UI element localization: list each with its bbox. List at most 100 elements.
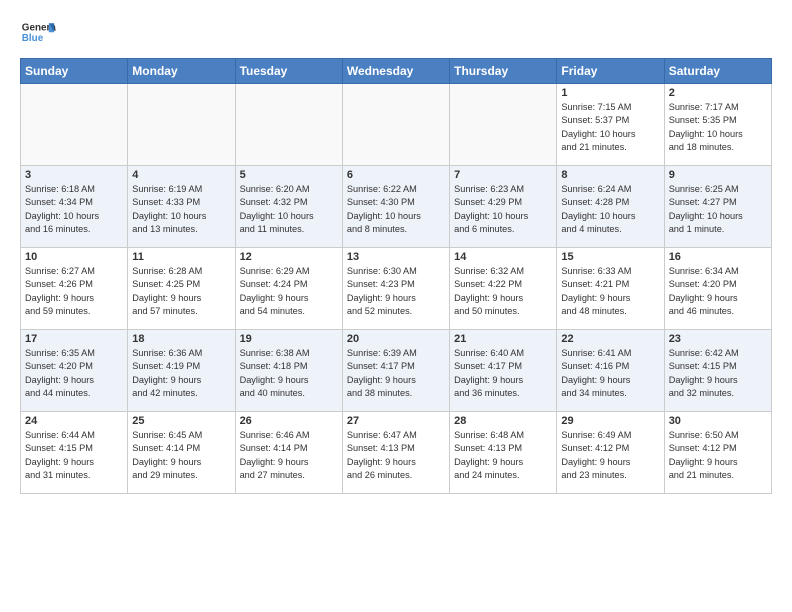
weekday-header-thursday: Thursday [450, 59, 557, 84]
day-cell: 14 Sunrise: 6:32 AM Sunset: 4:22 PM Dayli… [450, 248, 557, 330]
page: General Blue SundayMondayTuesdayWednesda… [0, 0, 792, 612]
day-cell [342, 84, 449, 166]
day-number: 18 [132, 333, 230, 345]
day-cell: 20 Sunrise: 6:39 AM Sunset: 4:17 PM Dayli… [342, 330, 449, 412]
day-number: 28 [454, 415, 552, 427]
day-cell: 23Sunrise: 6:42 AM Sunset: 4:15 PM Dayli… [664, 330, 771, 412]
day-info: Sunrise: 6:45 AM Sunset: 4:14 PM Dayligh… [132, 429, 230, 482]
day-info: Sunrise: 6:40 AM Sunset: 4:17 PM Dayligh… [454, 347, 552, 400]
day-number: 1 [561, 87, 659, 99]
week-row-3: 10 Sunrise: 6:27 AM Sunset: 4:26 PM Dayli… [21, 248, 772, 330]
day-number: 15 [561, 251, 659, 263]
day-cell: 22 Sunrise: 6:41 AM Sunset: 4:16 PM Dayli… [557, 330, 664, 412]
week-row-2: 3 Sunrise: 6:18 AM Sunset: 4:34 PM Daylig… [21, 166, 772, 248]
day-info: Sunrise: 6:41 AM Sunset: 4:16 PM Dayligh… [561, 347, 659, 400]
day-number: 9 [669, 169, 767, 181]
day-info: Sunrise: 6:20 AM Sunset: 4:32 PM Dayligh… [240, 183, 338, 236]
day-info: Sunrise: 6:36 AM Sunset: 4:19 PM Dayligh… [132, 347, 230, 400]
day-cell: 18 Sunrise: 6:36 AM Sunset: 4:19 PM Dayli… [128, 330, 235, 412]
day-info: Sunrise: 6:38 AM Sunset: 4:18 PM Dayligh… [240, 347, 338, 400]
day-number: 27 [347, 415, 445, 427]
weekday-header-wednesday: Wednesday [342, 59, 449, 84]
week-row-5: 24 Sunrise: 6:44 AM Sunset: 4:15 PM Dayli… [21, 412, 772, 494]
day-number: 4 [132, 169, 230, 181]
header: General Blue [20, 16, 772, 52]
weekday-header-friday: Friday [557, 59, 664, 84]
day-number: 20 [347, 333, 445, 345]
week-row-1: 1 Sunrise: 7:15 AM Sunset: 5:37 PM Daylig… [21, 84, 772, 166]
day-cell [235, 84, 342, 166]
logo: General Blue [20, 16, 56, 52]
calendar-table: SundayMondayTuesdayWednesdayThursdayFrid… [20, 58, 772, 494]
day-cell: 3 Sunrise: 6:18 AM Sunset: 4:34 PM Daylig… [21, 166, 128, 248]
day-cell: 11Sunrise: 6:28 AM Sunset: 4:25 PM Dayli… [128, 248, 235, 330]
day-cell: 19 Sunrise: 6:38 AM Sunset: 4:18 PM Dayli… [235, 330, 342, 412]
day-cell: 12 Sunrise: 6:29 AM Sunset: 4:24 PM Dayli… [235, 248, 342, 330]
day-number: 24 [25, 415, 123, 427]
week-row-4: 17 Sunrise: 6:35 AM Sunset: 4:20 PM Dayli… [21, 330, 772, 412]
day-number: 30 [669, 415, 767, 427]
day-info: Sunrise: 6:32 AM Sunset: 4:22 PM Dayligh… [454, 265, 552, 318]
day-cell: 24 Sunrise: 6:44 AM Sunset: 4:15 PM Dayli… [21, 412, 128, 494]
day-info: Sunrise: 6:47 AM Sunset: 4:13 PM Dayligh… [347, 429, 445, 482]
day-cell: 4 Sunrise: 6:19 AM Sunset: 4:33 PM Daylig… [128, 166, 235, 248]
day-cell: 17 Sunrise: 6:35 AM Sunset: 4:20 PM Dayli… [21, 330, 128, 412]
day-info: Sunrise: 6:33 AM Sunset: 4:21 PM Dayligh… [561, 265, 659, 318]
day-number: 17 [25, 333, 123, 345]
day-cell [450, 84, 557, 166]
day-number: 13 [347, 251, 445, 263]
weekday-header-row: SundayMondayTuesdayWednesdayThursdayFrid… [21, 59, 772, 84]
day-number: 3 [25, 169, 123, 181]
weekday-header-saturday: Saturday [664, 59, 771, 84]
day-number: 21 [454, 333, 552, 345]
day-cell: 29 Sunrise: 6:49 AM Sunset: 4:12 PM Dayli… [557, 412, 664, 494]
day-cell: 13Sunrise: 6:30 AM Sunset: 4:23 PM Dayli… [342, 248, 449, 330]
day-cell: 27 Sunrise: 6:47 AM Sunset: 4:13 PM Dayli… [342, 412, 449, 494]
day-cell: 6Sunrise: 6:22 AM Sunset: 4:30 PM Daylig… [342, 166, 449, 248]
day-number: 22 [561, 333, 659, 345]
day-info: Sunrise: 6:24 AM Sunset: 4:28 PM Dayligh… [561, 183, 659, 236]
day-number: 12 [240, 251, 338, 263]
day-number: 25 [132, 415, 230, 427]
day-info: Sunrise: 6:46 AM Sunset: 4:14 PM Dayligh… [240, 429, 338, 482]
day-info: Sunrise: 6:23 AM Sunset: 4:29 PM Dayligh… [454, 183, 552, 236]
day-info: Sunrise: 6:27 AM Sunset: 4:26 PM Dayligh… [25, 265, 123, 318]
day-info: Sunrise: 7:15 AM Sunset: 5:37 PM Dayligh… [561, 101, 659, 154]
day-cell: 16 Sunrise: 6:34 AM Sunset: 4:20 PM Dayli… [664, 248, 771, 330]
day-number: 7 [454, 169, 552, 181]
day-cell: 5Sunrise: 6:20 AM Sunset: 4:32 PM Daylig… [235, 166, 342, 248]
day-number: 23 [669, 333, 767, 345]
day-info: Sunrise: 6:39 AM Sunset: 4:17 PM Dayligh… [347, 347, 445, 400]
day-number: 29 [561, 415, 659, 427]
day-number: 16 [669, 251, 767, 263]
day-cell: 9Sunrise: 6:25 AM Sunset: 4:27 PM Daylig… [664, 166, 771, 248]
day-number: 10 [25, 251, 123, 263]
day-cell: 26 Sunrise: 6:46 AM Sunset: 4:14 PM Dayli… [235, 412, 342, 494]
day-info: Sunrise: 6:29 AM Sunset: 4:24 PM Dayligh… [240, 265, 338, 318]
day-cell [21, 84, 128, 166]
day-info: Sunrise: 7:17 AM Sunset: 5:35 PM Dayligh… [669, 101, 767, 154]
day-cell: 7 Sunrise: 6:23 AM Sunset: 4:29 PM Daylig… [450, 166, 557, 248]
weekday-header-tuesday: Tuesday [235, 59, 342, 84]
day-cell: 25 Sunrise: 6:45 AM Sunset: 4:14 PM Dayli… [128, 412, 235, 494]
day-info: Sunrise: 6:18 AM Sunset: 4:34 PM Dayligh… [25, 183, 123, 236]
day-info: Sunrise: 6:49 AM Sunset: 4:12 PM Dayligh… [561, 429, 659, 482]
day-number: 14 [454, 251, 552, 263]
weekday-header-sunday: Sunday [21, 59, 128, 84]
day-info: Sunrise: 6:19 AM Sunset: 4:33 PM Dayligh… [132, 183, 230, 236]
day-cell: 21 Sunrise: 6:40 AM Sunset: 4:17 PM Dayli… [450, 330, 557, 412]
day-info: Sunrise: 6:34 AM Sunset: 4:20 PM Dayligh… [669, 265, 767, 318]
day-number: 11 [132, 251, 230, 263]
day-number: 26 [240, 415, 338, 427]
weekday-header-monday: Monday [128, 59, 235, 84]
logo-icon: General Blue [20, 16, 56, 52]
day-cell [128, 84, 235, 166]
day-info: Sunrise: 6:48 AM Sunset: 4:13 PM Dayligh… [454, 429, 552, 482]
day-info: Sunrise: 6:44 AM Sunset: 4:15 PM Dayligh… [25, 429, 123, 482]
day-info: Sunrise: 6:35 AM Sunset: 4:20 PM Dayligh… [25, 347, 123, 400]
day-number: 19 [240, 333, 338, 345]
day-cell: 8Sunrise: 6:24 AM Sunset: 4:28 PM Daylig… [557, 166, 664, 248]
day-number: 6 [347, 169, 445, 181]
day-cell: 2Sunrise: 7:17 AM Sunset: 5:35 PM Daylig… [664, 84, 771, 166]
day-cell: 1 Sunrise: 7:15 AM Sunset: 5:37 PM Daylig… [557, 84, 664, 166]
